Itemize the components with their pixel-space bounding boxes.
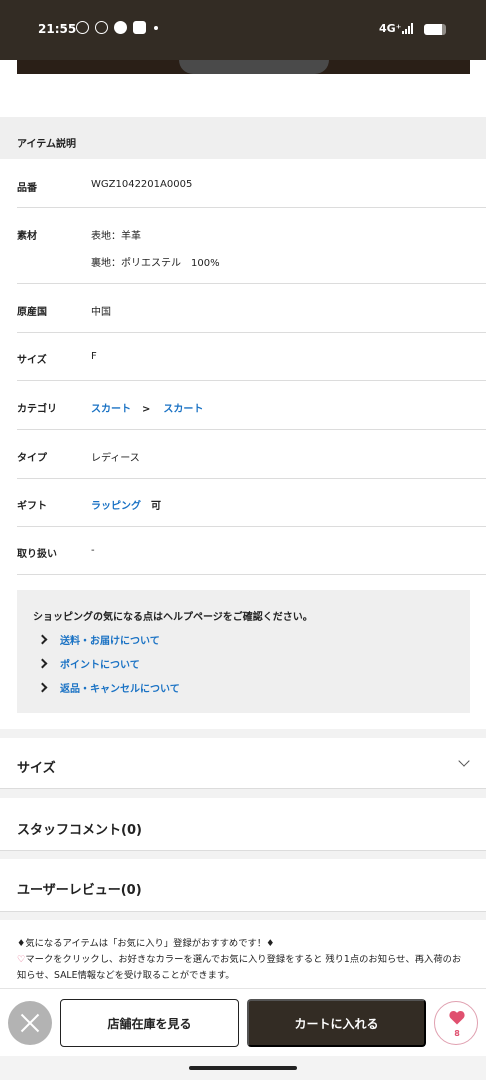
instagram-icon: [95, 21, 108, 34]
favorite-count: 8: [454, 1029, 460, 1038]
add-to-cart-button[interactable]: カートに入れる: [247, 999, 426, 1047]
spec-row-origin: 原産国 中国: [17, 284, 486, 333]
type-value: レディース: [91, 453, 140, 464]
size-value: F: [91, 351, 97, 362]
close-icon[interactable]: [8, 1001, 52, 1045]
store-stock-button[interactable]: 店舗在庫を見る: [60, 999, 239, 1047]
system-navigation-bar: [0, 1056, 486, 1080]
spec-label: 素材: [17, 231, 37, 242]
product-image: [17, 60, 470, 74]
network-indicator: 4G⁺: [379, 22, 402, 35]
spec-label: カテゴリ: [17, 404, 57, 415]
user-review-accordion[interactable]: ユーザーレビュー(0): [0, 859, 486, 912]
spec-row-handling: 取り扱い -: [17, 527, 486, 575]
notice-body: ♡マークをクリックし、お好きなカラーを選んでお気に入り登録をすると 残り1点のお…: [17, 952, 469, 984]
spec-row-type: タイプ レディース: [17, 430, 486, 479]
spec-label: 取り扱い: [17, 549, 57, 560]
spec-label: タイプ: [17, 453, 47, 464]
chevron-right-icon: [37, 658, 48, 669]
material-lining-value: 裏地：ポリエステル 100%: [91, 258, 220, 269]
origin-value: 中国: [91, 307, 111, 318]
notice-body-text: マークをクリックし、お好きなカラーを選んでお気に入り登録をすると 残り1点のお知…: [17, 954, 462, 981]
section-divider: [0, 729, 486, 738]
item-description-header: アイテム説明: [0, 117, 486, 159]
spec-row-gift: ギフト ラッピング可: [17, 479, 486, 527]
gift-value: ラッピング可: [91, 497, 161, 512]
accordion-title: スタッフコメント(0): [17, 823, 142, 838]
spec-label: 品番: [17, 183, 37, 194]
spec-row-product-number: 品番 WGZ1042201A0005: [17, 159, 486, 208]
bottom-action-bar: 店舗在庫を見る カートに入れる 8: [0, 988, 486, 1056]
spec-table: 品番 WGZ1042201A0005 素材 表地：羊革 裏地：ポリエステル 10…: [17, 159, 486, 575]
favorite-button[interactable]: 8: [434, 1001, 478, 1045]
category-link[interactable]: スカート: [91, 404, 131, 415]
section-divider: [0, 851, 486, 859]
wrapping-link[interactable]: ラッピング: [91, 501, 141, 512]
heart-icon: [449, 1010, 465, 1025]
signal-icon: [402, 23, 413, 34]
favorites-notice: ♦気になるアイテムは「お気に入り」登録がおすすめです！♦ ♡マークをクリックし、…: [17, 936, 469, 984]
app-icon: [133, 21, 146, 34]
size-accordion[interactable]: サイズ: [0, 738, 486, 789]
status-bar: 21:55 4G⁺: [0, 0, 486, 60]
status-time: 21:55: [38, 22, 77, 36]
breadcrumb-separator: >: [142, 404, 151, 415]
staff-comment-accordion[interactable]: スタッフコメント(0): [0, 798, 486, 851]
category-value: スカート > スカート: [91, 400, 203, 415]
help-box: ショッピングの気になる点はヘルプページをご確認ください。 送料・お届けについて …: [17, 590, 470, 713]
section-title: アイテム説明: [17, 139, 76, 150]
help-link-label: 送料・お届けについて: [60, 636, 160, 647]
subcategory-link[interactable]: スカート: [163, 404, 203, 415]
chevron-right-icon: [37, 634, 48, 645]
shipping-help-link[interactable]: 送料・お届けについて: [37, 632, 160, 647]
help-text: ショッピングの気になる点はヘルプページをご確認ください。: [33, 612, 313, 623]
help-link-label: ポイントについて: [60, 660, 140, 671]
accordion-title: サイズ: [17, 761, 56, 776]
home-handle[interactable]: [189, 1066, 297, 1070]
spec-label: ギフト: [17, 501, 47, 512]
points-help-link[interactable]: ポイントについて: [37, 656, 140, 671]
chevron-right-icon: [37, 682, 48, 693]
instagram-icon: [76, 21, 89, 34]
spec-row-size: サイズ F: [17, 333, 486, 381]
section-divider: [0, 789, 486, 798]
spec-label: 原産国: [17, 307, 47, 318]
handling-value: -: [91, 545, 95, 556]
spec-row-material: 素材 表地：羊革 裏地：ポリエステル 100%: [17, 208, 486, 284]
product-number-value: WGZ1042201A0005: [91, 179, 193, 190]
accordion-title: ユーザーレビュー(0): [17, 883, 142, 898]
returns-help-link[interactable]: 返品・キャンセルについて: [37, 680, 180, 695]
spec-row-category: カテゴリ スカート > スカート: [17, 381, 486, 430]
more-notifications-icon: [154, 25, 158, 30]
battery-icon: [424, 24, 446, 35]
chat-icon: [114, 21, 127, 34]
chevron-down-icon: [458, 755, 470, 767]
notification-icons: [76, 21, 158, 34]
notice-headline: ♦気になるアイテムは「お気に入り」登録がおすすめです！♦: [17, 938, 275, 949]
spec-label: サイズ: [17, 355, 47, 366]
section-divider: [0, 912, 486, 920]
material-outer-value: 表地：羊革: [91, 231, 141, 242]
help-link-label: 返品・キャンセルについて: [60, 684, 180, 695]
wrapping-availability: 可: [151, 501, 161, 512]
